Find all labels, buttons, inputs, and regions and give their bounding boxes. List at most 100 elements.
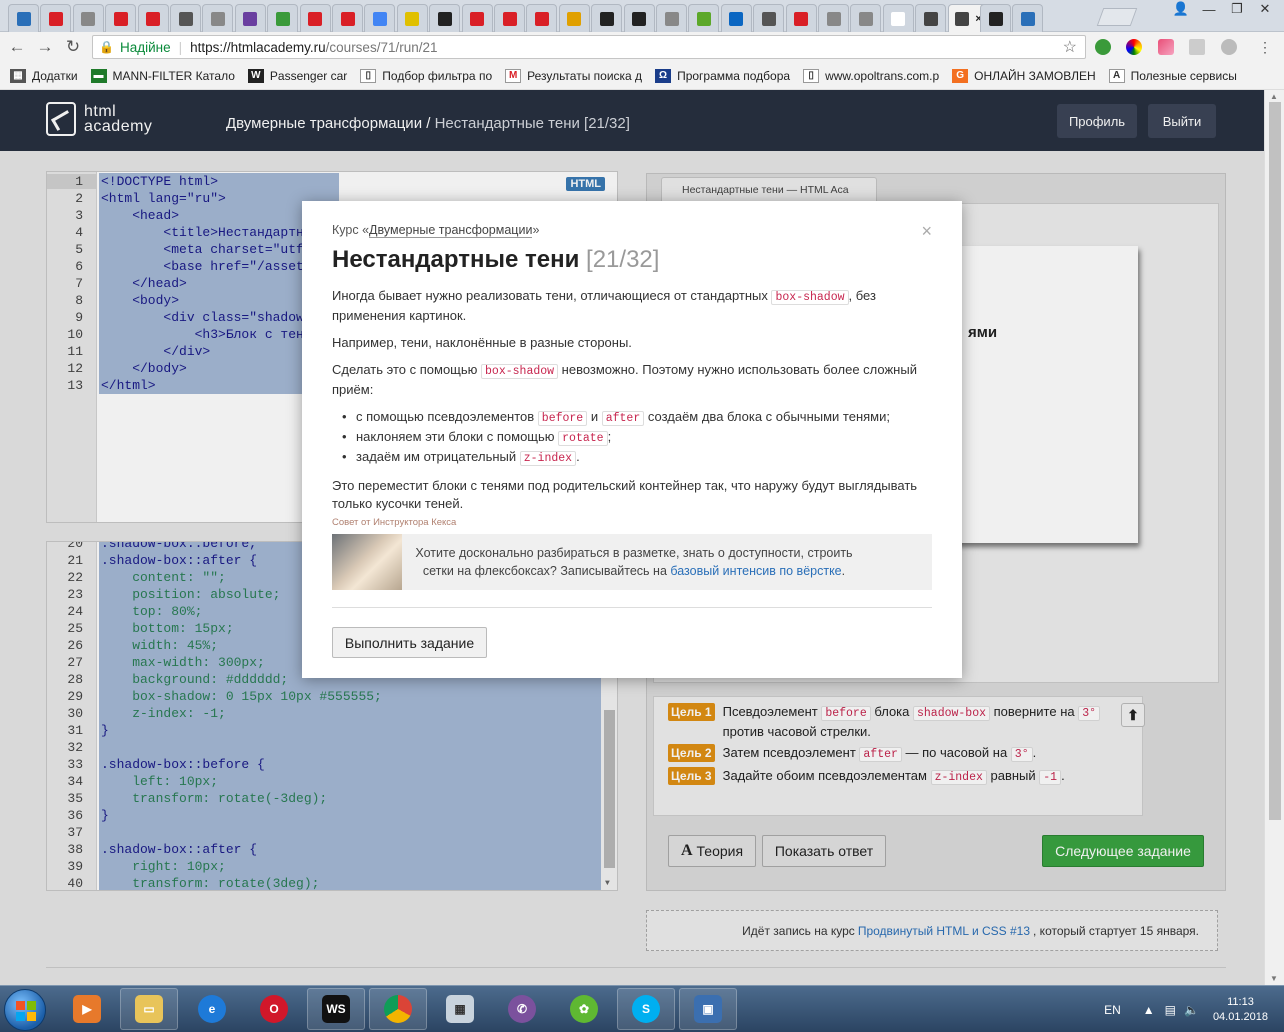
browser-tab[interactable]	[299, 4, 331, 32]
browser-tab[interactable]	[818, 4, 849, 32]
address-bar[interactable]: 🔒 Надійне | https://htmlacademy.ru/cours…	[92, 35, 1086, 59]
taskbar-opera[interactable]: O	[245, 988, 303, 1030]
browser-tab[interactable]	[915, 4, 947, 32]
tip-link[interactable]: базовый интенсив по вёрстке	[670, 564, 841, 578]
bookmark-item[interactable]: G ОНЛАЙН ЗАМОВЛЕН	[952, 68, 1096, 83]
taskbar-skype[interactable]: S	[617, 988, 675, 1030]
taskbar-webstorm[interactable]: WS	[307, 988, 365, 1030]
browser-tab[interactable]	[105, 4, 137, 32]
clock[interactable]: 11:13 04.01.2018	[1213, 995, 1268, 1025]
browser-tab[interactable]	[882, 4, 914, 32]
calculator-icon: ▦	[446, 995, 474, 1023]
bookmark-item[interactable]: ▯ www.opoltrans.com.p	[803, 68, 939, 83]
tray-expand-icon[interactable]: ▲	[1143, 1003, 1155, 1017]
browser-tab[interactable]	[202, 4, 234, 32]
tab-favicon-icon	[664, 11, 679, 26]
taskbar-explorer[interactable]: ▭	[120, 988, 178, 1030]
tab-favicon-icon	[340, 11, 355, 26]
browser-tab[interactable]	[1012, 4, 1044, 32]
apps-icon: ▦	[10, 68, 26, 83]
bookmark-item[interactable]: W Passenger car	[247, 68, 347, 83]
modal-title-counter: [21/32]	[586, 246, 660, 273]
taskbar-icq[interactable]: ✿	[555, 988, 613, 1030]
taskbar-calculator[interactable]: ▦	[431, 988, 489, 1030]
page-icon: ▯	[803, 68, 820, 83]
li2-text-end: ;	[607, 429, 612, 444]
tab-favicon-icon	[437, 11, 452, 26]
extension-pink-icon[interactable]	[1158, 39, 1174, 55]
browser-tab[interactable]	[656, 4, 687, 32]
browser-tab[interactable]	[526, 4, 558, 32]
extension-pdf-icon[interactable]	[1189, 39, 1205, 55]
close-icon[interactable]: ×	[921, 221, 932, 242]
taskbar-media-player[interactable]: ▶	[58, 988, 116, 1030]
modal-course-link[interactable]: Двумерные трансформации	[369, 223, 533, 238]
opera-icon: O	[260, 995, 288, 1023]
browser-tab[interactable]	[688, 4, 720, 32]
browser-tab[interactable]	[364, 4, 396, 32]
browser-tab[interactable]	[461, 4, 493, 32]
browser-tab[interactable]	[623, 4, 655, 32]
new-tab-button[interactable]	[1096, 8, 1138, 26]
start-button[interactable]	[4, 989, 46, 1031]
language-indicator[interactable]: EN	[1104, 1003, 1121, 1017]
browser-tab[interactable]	[850, 4, 882, 32]
system-tray: EN ▲ ▤ 🔈 11:13 04.01.2018	[1104, 986, 1268, 1032]
tab-favicon-icon	[599, 11, 614, 26]
browser-tab[interactable]	[137, 4, 169, 32]
bookmark-item[interactable]: ▦ Додатки	[10, 68, 78, 83]
browser-tab[interactable]	[429, 4, 461, 32]
browser-tab[interactable]	[234, 4, 266, 32]
user-icon[interactable]: 👤	[1170, 0, 1192, 18]
taskbar-chrome[interactable]	[369, 988, 427, 1030]
skype-icon: S	[632, 995, 660, 1023]
browser-tab[interactable]	[980, 4, 1011, 32]
bookmark-item[interactable]: ▬ MANN-FILTER Катало	[90, 68, 235, 83]
browser-tab[interactable]	[72, 4, 104, 32]
restore-button[interactable]: ❐	[1226, 0, 1248, 18]
bookmark-item[interactable]: A Полезные сервисы	[1108, 68, 1237, 83]
browser-tab[interactable]	[8, 4, 39, 32]
browser-tab[interactable]	[591, 4, 623, 32]
close-window-button[interactable]: ✕	[1254, 0, 1276, 18]
browser-tab[interactable]	[558, 4, 590, 32]
folder-icon: ▭	[135, 995, 163, 1023]
taskbar-ie[interactable]: e	[183, 988, 241, 1030]
page-scroll-up-icon[interactable]: ▲	[1270, 92, 1278, 101]
li1-and: и	[587, 409, 602, 424]
browser-tab[interactable]	[40, 4, 72, 32]
bookmark-item[interactable]: ▯ Подбор фильтра по	[360, 68, 492, 83]
menu-icon[interactable]: ⋮	[1254, 36, 1276, 58]
extension-color-icon[interactable]	[1126, 39, 1142, 55]
browser-tab[interactable]	[170, 4, 201, 32]
reload-button[interactable]: ↻	[62, 36, 84, 58]
network-icon[interactable]: ▤	[1165, 1003, 1176, 1017]
browser-tab[interactable]	[267, 4, 299, 32]
extension-opera-icon[interactable]	[1095, 39, 1111, 55]
bookmark-item[interactable]: M Результаты поиска д	[505, 68, 642, 83]
page-scroll-thumb[interactable]	[1269, 102, 1281, 820]
tab-favicon-icon	[534, 11, 549, 26]
browser-tab[interactable]	[396, 4, 428, 32]
clock-time: 11:13	[1227, 995, 1254, 1008]
minimize-button[interactable]: —	[1198, 0, 1220, 18]
bookmark-star-icon[interactable]: ☆	[1063, 37, 1077, 57]
page-scroll-down-icon[interactable]: ▼	[1270, 974, 1278, 983]
browser-tab[interactable]	[494, 4, 525, 32]
browser-tab[interactable]	[720, 4, 752, 32]
extension-drive-icon[interactable]	[1221, 39, 1237, 55]
tab-favicon-icon	[178, 11, 193, 26]
back-button[interactable]: ←	[6, 36, 28, 58]
taskbar-network[interactable]: ▣	[679, 988, 737, 1030]
forward-button[interactable]: →	[34, 36, 56, 58]
do-task-button[interactable]: Выполнить задание	[332, 627, 487, 658]
browser-tab[interactable]	[785, 4, 817, 32]
bookmark-item[interactable]: Ω Программа подбора	[655, 68, 790, 83]
browser-tab[interactable]	[753, 4, 785, 32]
tab-favicon-icon	[955, 11, 970, 26]
modal-steps-list: с помощью псевдоэлементов before и after…	[340, 408, 932, 468]
page-scrollbar[interactable]: ▲ ▼	[1264, 90, 1284, 985]
browser-tab[interactable]	[332, 4, 363, 32]
taskbar-viber[interactable]: ✆	[493, 988, 551, 1030]
volume-icon[interactable]: 🔈	[1184, 1003, 1199, 1017]
